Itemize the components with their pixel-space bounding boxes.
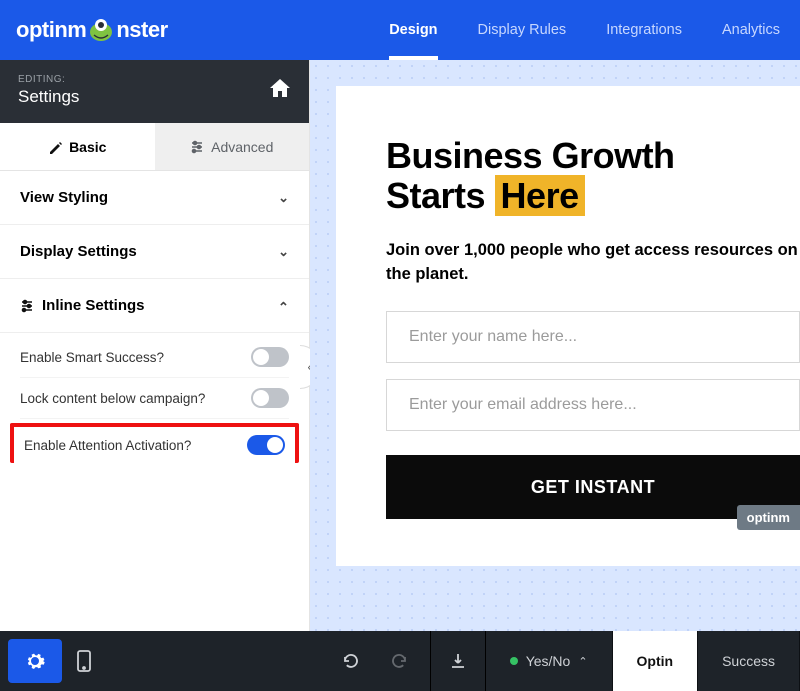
tab-display-rules[interactable]: Display Rules bbox=[478, 0, 567, 60]
bottom-bar: Yes/No ⌃ Optin Success bbox=[0, 631, 800, 691]
gear-icon bbox=[25, 651, 45, 671]
inline-settings-rows: Enable Smart Success? Lock content below… bbox=[0, 333, 309, 477]
section-inline-settings[interactable]: Inline Settings ⌄ bbox=[0, 279, 309, 333]
view-optin[interactable]: Optin bbox=[613, 631, 699, 691]
undo-icon bbox=[341, 652, 359, 670]
view-label: Yes/No bbox=[526, 653, 571, 669]
row-label: Enable Attention Activation? bbox=[24, 438, 191, 453]
subtab-basic[interactable]: Basic bbox=[0, 123, 155, 170]
toggle-attention-activation[interactable] bbox=[247, 435, 285, 455]
monster-icon bbox=[88, 18, 114, 42]
main-area: EDITING: Settings Basic Advanced View St… bbox=[0, 60, 800, 631]
row-label: Lock content below campaign? bbox=[20, 391, 205, 406]
row-label: Enable Smart Success? bbox=[20, 350, 164, 365]
headline-line-2-prefix: Starts bbox=[386, 175, 495, 216]
history-controls bbox=[328, 652, 430, 670]
home-icon[interactable] bbox=[269, 78, 291, 104]
undo-button[interactable] bbox=[328, 652, 372, 670]
download-icon bbox=[449, 652, 467, 670]
headline: Business Growth Starts Here bbox=[386, 136, 800, 215]
pencil-icon bbox=[48, 140, 62, 154]
optinmonster-badge[interactable]: optinm bbox=[737, 505, 800, 530]
brand-logo: optinm nster bbox=[16, 17, 168, 43]
toggle-smart-success[interactable] bbox=[251, 347, 289, 367]
settings-sections: View Styling ⌄ Display Settings ⌄ Inline… bbox=[0, 171, 309, 631]
settings-sidebar: EDITING: Settings Basic Advanced View St… bbox=[0, 60, 310, 631]
top-tabs: Design Display Rules Integrations Analyt… bbox=[389, 0, 780, 60]
settings-gear-button[interactable] bbox=[8, 639, 62, 683]
view-tabs: Yes/No ⌃ Optin Success bbox=[486, 631, 800, 691]
view-label: Optin bbox=[637, 653, 674, 669]
subtab-basic-label: Basic bbox=[69, 139, 106, 155]
row-attention-activation: Enable Attention Activation? bbox=[10, 423, 299, 463]
subtab-advanced-label: Advanced bbox=[211, 139, 273, 155]
section-label: Display Settings bbox=[20, 243, 137, 260]
settings-subtabs: Basic Advanced bbox=[0, 123, 309, 171]
phone-icon bbox=[77, 650, 91, 672]
chevron-down-icon: ⌄ bbox=[278, 190, 289, 206]
sliders-icon bbox=[190, 140, 204, 154]
row-smart-success: Enable Smart Success? bbox=[20, 337, 289, 378]
headline-line-1: Business Growth bbox=[386, 135, 675, 176]
section-view-styling[interactable]: View Styling ⌄ bbox=[0, 171, 309, 225]
top-bar: optinm nster Design Display Rules Integr… bbox=[0, 0, 800, 60]
subtab-advanced[interactable]: Advanced bbox=[155, 123, 310, 170]
section-display-settings[interactable]: Display Settings ⌄ bbox=[0, 225, 309, 279]
redo-icon bbox=[391, 652, 409, 670]
tab-analytics[interactable]: Analytics bbox=[722, 0, 780, 60]
redo-button[interactable] bbox=[378, 652, 422, 670]
campaign-preview[interactable]: Business Growth Starts Here Join over 1,… bbox=[336, 86, 800, 566]
mobile-preview-button[interactable] bbox=[62, 631, 106, 691]
tab-design[interactable]: Design bbox=[389, 0, 437, 60]
brand-text-b: nster bbox=[116, 17, 167, 43]
status-dot-icon bbox=[510, 657, 518, 665]
tab-integrations[interactable]: Integrations bbox=[606, 0, 682, 60]
brand-text-a: optinm bbox=[16, 17, 86, 43]
save-button[interactable] bbox=[431, 631, 485, 691]
email-input[interactable]: Enter your email address here... bbox=[386, 379, 800, 431]
toggle-lock-content[interactable] bbox=[251, 388, 289, 408]
view-yes-no[interactable]: Yes/No ⌃ bbox=[486, 631, 613, 691]
name-input[interactable]: Enter your name here... bbox=[386, 311, 800, 363]
sliders-icon bbox=[20, 299, 34, 313]
section-label: Inline Settings bbox=[42, 297, 145, 314]
subheadline: Join over 1,000 people who get access re… bbox=[386, 239, 800, 287]
row-lock-content: Lock content below campaign? bbox=[20, 378, 289, 419]
sidebar-header: EDITING: Settings bbox=[0, 60, 309, 123]
design-canvas: Business Growth Starts Here Join over 1,… bbox=[310, 60, 800, 631]
headline-highlight: Here bbox=[495, 175, 585, 216]
page-title: Settings bbox=[18, 87, 79, 107]
chevron-down-icon: ⌄ bbox=[278, 244, 289, 260]
view-label: Success bbox=[722, 653, 775, 669]
section-label: View Styling bbox=[20, 189, 108, 206]
chevron-up-icon: ⌃ bbox=[578, 655, 587, 668]
view-success[interactable]: Success bbox=[698, 631, 800, 691]
chevron-up-icon: ⌄ bbox=[278, 298, 289, 314]
editing-label: EDITING: bbox=[18, 74, 79, 85]
